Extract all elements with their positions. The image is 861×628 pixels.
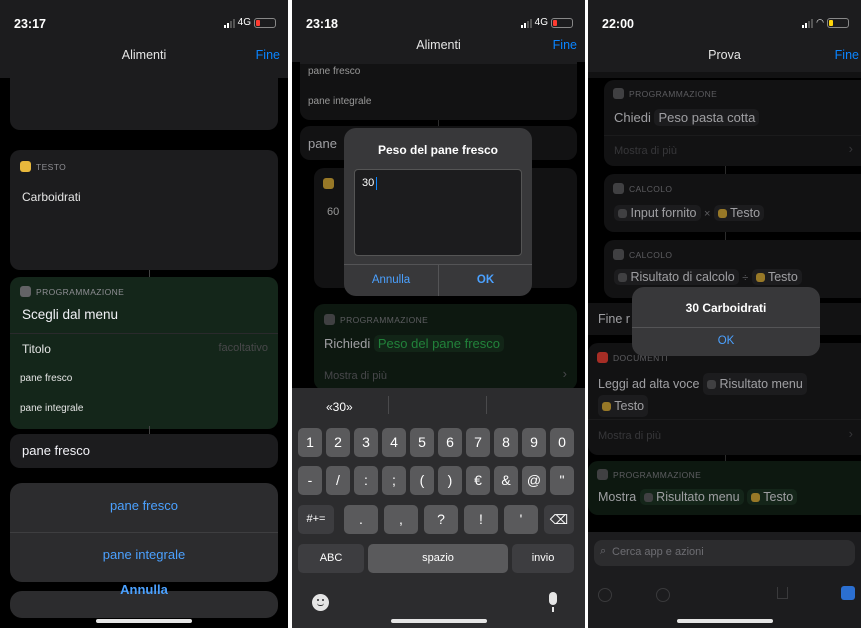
key[interactable]: ( bbox=[410, 466, 434, 495]
nav-title: Alimenti bbox=[416, 38, 461, 52]
phone-screen-1: 23:17 4G Alimenti Fine TESTO Carboidrati… bbox=[0, 0, 288, 628]
undo-icon[interactable] bbox=[598, 588, 612, 602]
battery-icon bbox=[827, 17, 849, 28]
ok-button[interactable]: OK bbox=[632, 335, 820, 347]
return-key[interactable]: invio bbox=[512, 544, 574, 573]
abc-key[interactable]: ABC bbox=[298, 544, 364, 573]
key[interactable]: ? bbox=[424, 505, 458, 534]
microphone-icon[interactable] bbox=[549, 592, 557, 605]
key[interactable]: 6 bbox=[438, 428, 462, 457]
previous-card bbox=[10, 78, 278, 130]
ok-button[interactable]: OK bbox=[439, 274, 532, 286]
sheet-option[interactable]: pane integrale bbox=[10, 547, 278, 562]
status-bar: 22:00 ◠ bbox=[588, 0, 861, 44]
key[interactable]: 5 bbox=[410, 428, 434, 457]
key[interactable]: / bbox=[326, 466, 350, 495]
battery-icon bbox=[254, 17, 276, 28]
menu-item[interactable]: pane integrale bbox=[20, 403, 83, 414]
bottom-panel: ⌕ Cerca app e azioni bbox=[588, 532, 861, 628]
key[interactable]: , bbox=[384, 505, 418, 534]
key[interactable]: & bbox=[494, 466, 518, 495]
sheet-option[interactable]: pane fresco bbox=[10, 498, 278, 513]
emoji-icon[interactable] bbox=[312, 594, 329, 611]
search-icon: ⌕ bbox=[600, 545, 607, 557]
key[interactable]: 8 bbox=[494, 428, 518, 457]
text-value[interactable]: Carboidrati bbox=[22, 190, 81, 204]
cancel-button[interactable]: Annulla bbox=[10, 582, 278, 597]
network-label: 4G bbox=[237, 17, 251, 28]
home-indicator bbox=[96, 619, 192, 623]
status-bar: 23:17 4G bbox=[0, 0, 288, 44]
key[interactable]: @ bbox=[522, 466, 546, 495]
key[interactable]: : bbox=[354, 466, 378, 495]
redo-icon[interactable] bbox=[656, 588, 670, 602]
card-header: PROGRAMMAZIONE bbox=[36, 286, 125, 297]
wifi-icon: ◠ bbox=[816, 17, 824, 27]
done-button[interactable]: Fine bbox=[553, 38, 577, 52]
delete-key-icon[interactable]: ⌫ bbox=[544, 505, 574, 534]
title-label: Titolo bbox=[22, 342, 51, 356]
key[interactable]: 2 bbox=[326, 428, 350, 457]
key[interactable]: 9 bbox=[522, 428, 546, 457]
title-field[interactable]: facoltativo bbox=[218, 342, 268, 354]
phone-screen-2: 23:18 4G Alimenti Fine pane fresco pane … bbox=[292, 0, 585, 628]
done-button[interactable]: Fine bbox=[256, 48, 280, 62]
clock: 23:17 bbox=[14, 17, 46, 31]
menu-action-card[interactable]: PROGRAMMAZIONE Scegli dal menu Titolo fa… bbox=[10, 277, 278, 429]
text-icon bbox=[20, 161, 31, 172]
key[interactable]: . bbox=[344, 505, 378, 534]
alert-title: 30 Carboidrati bbox=[685, 301, 767, 315]
alert-title: Peso del pane fresco bbox=[377, 143, 499, 157]
card-header: TESTO bbox=[36, 161, 67, 172]
play-icon[interactable] bbox=[841, 586, 855, 600]
result-alert: 30 Carboidrati OK bbox=[632, 287, 820, 356]
text-suggestion[interactable]: «30» bbox=[326, 400, 353, 414]
cancel-button[interactable]: Annulla bbox=[344, 274, 438, 286]
key[interactable]: 3 bbox=[354, 428, 378, 457]
keyboard: «30» 1 2 3 4 5 6 7 8 9 0 - / : ; ( ) € &… bbox=[292, 388, 585, 628]
key[interactable]: € bbox=[466, 466, 490, 495]
battery-icon bbox=[551, 17, 573, 28]
signal-icon bbox=[223, 18, 235, 28]
key[interactable]: ' bbox=[504, 505, 538, 534]
done-button[interactable]: Fine bbox=[835, 48, 859, 62]
signal-icon bbox=[520, 18, 532, 28]
network-label: 4G bbox=[534, 17, 548, 28]
symbols-key[interactable]: #+= bbox=[298, 505, 334, 534]
share-icon[interactable] bbox=[777, 587, 788, 599]
key[interactable]: 4 bbox=[382, 428, 406, 457]
gear-icon bbox=[20, 286, 31, 297]
menu-item[interactable]: pane fresco bbox=[20, 373, 72, 384]
key[interactable]: ! bbox=[464, 505, 498, 534]
text-action-card[interactable]: TESTO Carboidrati bbox=[10, 150, 278, 270]
sheet-cancel[interactable]: Annulla bbox=[10, 582, 278, 618]
nav-title: Alimenti bbox=[121, 48, 167, 62]
search-input[interactable]: ⌕ Cerca app e azioni bbox=[594, 540, 855, 566]
key[interactable]: 1 bbox=[298, 428, 322, 457]
key[interactable]: " bbox=[550, 466, 574, 495]
clock: 23:18 bbox=[306, 17, 338, 31]
section-label: pane fresco bbox=[22, 443, 90, 458]
clock: 22:00 bbox=[602, 17, 634, 31]
home-indicator bbox=[390, 619, 487, 623]
signal-icon bbox=[802, 18, 814, 28]
weight-input[interactable]: 30 bbox=[354, 169, 522, 256]
search-placeholder: Cerca app e azioni bbox=[612, 546, 704, 558]
key[interactable]: - bbox=[298, 466, 322, 495]
input-alert: Peso del pane fresco 30 Annulla OK bbox=[344, 128, 532, 296]
key[interactable]: 7 bbox=[466, 428, 490, 457]
action-title: Scegli dal menu bbox=[22, 307, 119, 322]
text-cursor bbox=[376, 177, 377, 190]
action-sheet: pane fresco pane integrale bbox=[10, 483, 278, 582]
space-key[interactable]: spazio bbox=[368, 544, 508, 573]
phone-screen-3: 22:00 ◠ Prova Fine PROGRAMMAZIONE Chiedi… bbox=[588, 0, 861, 628]
nav-bar: Alimenti Fine bbox=[0, 44, 288, 78]
key[interactable]: ) bbox=[438, 466, 462, 495]
menu-section-card[interactable]: pane fresco bbox=[10, 434, 278, 468]
key[interactable]: ; bbox=[382, 466, 406, 495]
nav-title: Prova bbox=[708, 48, 741, 62]
input-value: 30 bbox=[362, 177, 375, 189]
home-indicator bbox=[676, 619, 773, 623]
key[interactable]: 0 bbox=[550, 428, 574, 457]
